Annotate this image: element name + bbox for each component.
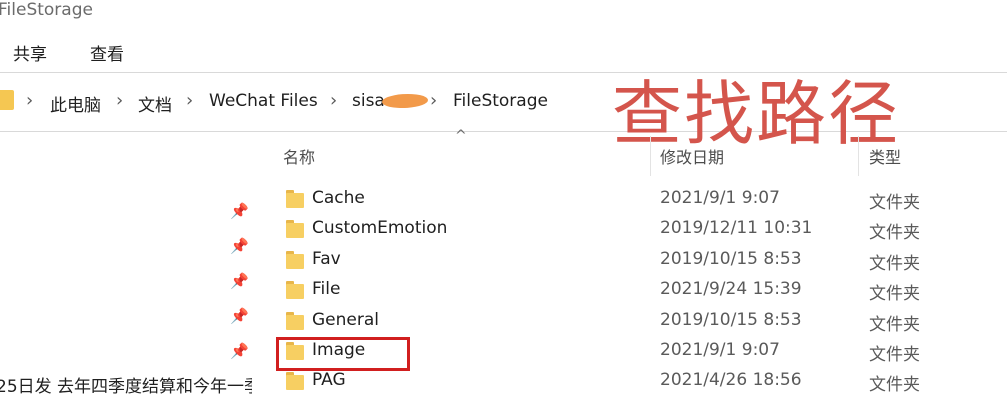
- file-name[interactable]: Cache: [312, 188, 365, 208]
- file-date: 2019/10/15 8:53: [660, 310, 802, 330]
- file-date: 2019/12/11 10:31: [660, 218, 813, 238]
- pin-icon[interactable]: 📌: [230, 307, 249, 325]
- column-header-modified[interactable]: 修改日期: [660, 144, 724, 168]
- folder-icon: [286, 190, 304, 208]
- column-divider[interactable]: [650, 136, 651, 176]
- pin-icon[interactable]: 📌: [230, 272, 249, 290]
- column-header-name[interactable]: 名称: [283, 144, 315, 168]
- file-row[interactable]: CustomEmotion 2019/12/11 10:31 文件夹: [280, 214, 1007, 244]
- file-type: 文件夹: [869, 254, 920, 274]
- folder-icon: [286, 312, 304, 330]
- breadcrumb-user[interactable]: sisa: [352, 91, 385, 111]
- file-row[interactable]: Cache 2021/9/1 9:07 文件夹: [280, 184, 1007, 214]
- breadcrumb-this-pc[interactable]: 此电脑: [50, 91, 101, 116]
- file-name[interactable]: Fav: [312, 249, 341, 269]
- file-row[interactable]: General 2019/10/15 8:53 文件夹: [280, 306, 1007, 336]
- file-name[interactable]: File: [312, 279, 340, 299]
- address-folder-icon: [0, 90, 14, 110]
- pin-icon[interactable]: 📌: [230, 202, 249, 220]
- file-date: 2019/10/15 8:53: [660, 249, 802, 269]
- file-date: 2021/9/1 9:07: [660, 340, 780, 360]
- chevron-right-icon[interactable]: ›: [186, 90, 193, 111]
- breadcrumb-filestorage[interactable]: FileStorage: [453, 91, 548, 111]
- file-type: 文件夹: [869, 315, 920, 335]
- menu-tab-view[interactable]: 查看: [90, 40, 124, 65]
- file-type: 文件夹: [869, 345, 920, 365]
- file-row[interactable]: Fav 2019/10/15 8:53 文件夹: [280, 245, 1007, 275]
- file-type: 文件夹: [869, 223, 920, 243]
- folder-icon: [286, 372, 304, 390]
- chevron-right-icon[interactable]: ›: [430, 90, 437, 111]
- file-type: 文件夹: [869, 284, 920, 304]
- breadcrumb-documents[interactable]: 文档: [138, 91, 172, 116]
- file-date: 2021/9/1 9:07: [660, 188, 780, 208]
- file-row[interactable]: File 2021/9/24 15:39 文件夹: [280, 275, 1007, 305]
- column-divider[interactable]: [858, 136, 859, 176]
- chevron-right-icon[interactable]: ›: [116, 90, 123, 111]
- file-date: 2021/4/26 18:56: [660, 370, 802, 390]
- breadcrumb-wechat-files[interactable]: WeChat Files: [209, 91, 318, 111]
- chevron-right-icon[interactable]: ›: [26, 90, 33, 111]
- file-name[interactable]: CustomEmotion: [312, 218, 447, 238]
- folder-icon: [286, 251, 304, 269]
- left-pane-snippet: 25日发 去年四季度结算和今年一季: [0, 377, 252, 397]
- annotation-find-path: 查找路径: [612, 73, 900, 155]
- file-name[interactable]: PAG: [312, 370, 346, 390]
- file-type: 文件夹: [869, 375, 920, 395]
- file-date: 2021/9/24 15:39: [660, 279, 802, 299]
- pin-icon[interactable]: 📌: [230, 237, 249, 255]
- file-explorer-window: FileStorage 共享 查看 › 此电脑 › 文档 › WeChat Fi…: [0, 0, 1007, 400]
- window-title: FileStorage: [0, 0, 93, 20]
- pin-icon[interactable]: 📌: [230, 342, 249, 360]
- file-name[interactable]: General: [312, 310, 379, 330]
- folder-icon: [286, 281, 304, 299]
- highlight-box-image: [276, 337, 410, 371]
- chevron-right-icon[interactable]: ›: [330, 90, 337, 111]
- menu-tab-share[interactable]: 共享: [13, 40, 47, 65]
- column-header-type[interactable]: 类型: [869, 144, 901, 168]
- file-type: 文件夹: [869, 193, 920, 213]
- sort-up-caret-icon[interactable]: ^: [455, 128, 467, 144]
- folder-icon: [286, 220, 304, 238]
